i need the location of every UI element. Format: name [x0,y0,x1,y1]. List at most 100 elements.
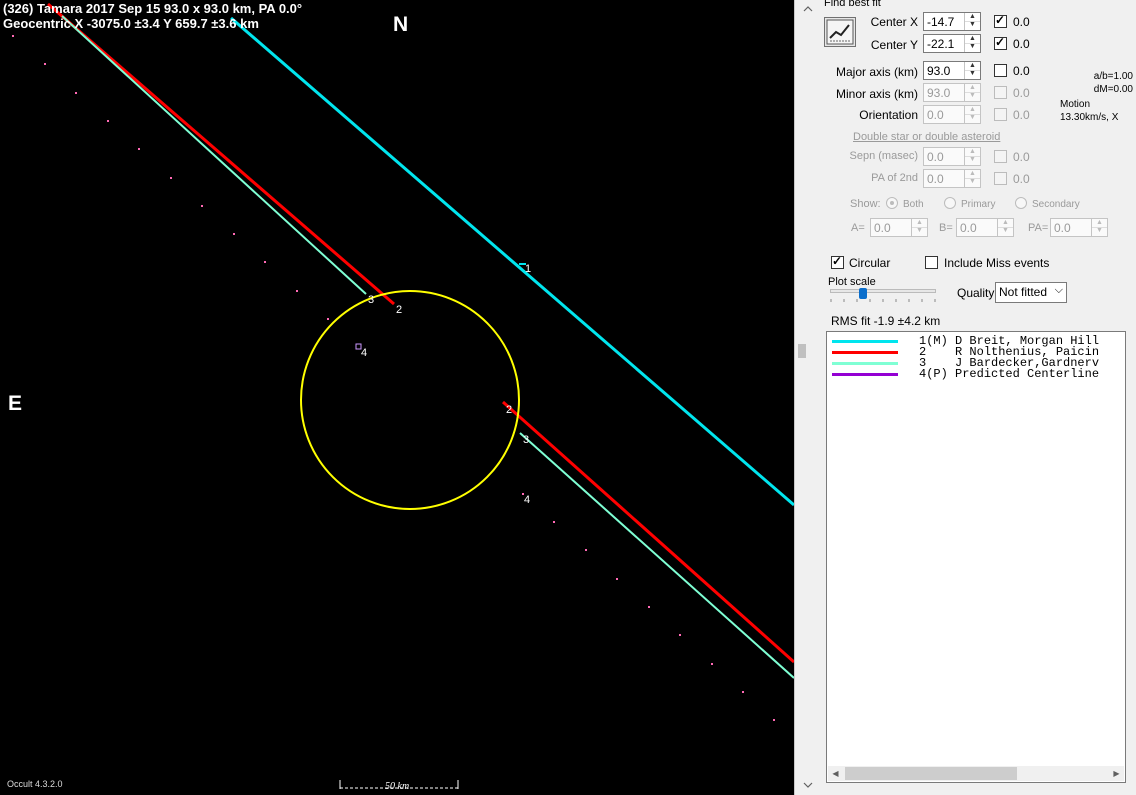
show-both-radio[interactable] [886,197,898,209]
center-x-spinner[interactable]: ▲▼ [923,12,981,31]
legend-name: Predicted Centerline [955,367,1100,381]
a-input[interactable] [872,220,914,235]
chord-2-upper-line [47,2,395,306]
legend-horizontal-scrollbar[interactable]: ◀ ▶ [828,766,1124,781]
b-input[interactable] [958,220,1000,235]
chord-3-label-lower: 3 [523,434,530,446]
center-y-input[interactable] [925,36,967,51]
scroll-right-icon[interactable]: ▶ [1109,766,1124,781]
show-primary-label: Primary [961,199,996,210]
chord-legend-list[interactable]: 1(M) D Breit, Morgan Hill 2 R Nolthenius… [826,331,1126,783]
circular-checkbox[interactable]: ✓ [831,254,844,269]
a-spinner[interactable]: ▲▼ [870,218,928,237]
pa-2nd-spinner[interactable]: ▲▼ [923,169,981,188]
b-spinner[interactable]: ▲▼ [956,218,1014,237]
chord-4-label-lower: 4 [524,494,531,506]
scroll-down-icon[interactable] [801,778,815,792]
north-label: N [393,13,409,36]
major-axis-checkbox[interactable] [994,64,1007,77]
minor-axis-label: Minor axis (km) [835,87,918,101]
pa-2nd-check-value: 0.0 [1013,172,1030,186]
orientation-spinner[interactable]: ▲▼ [923,105,981,124]
pa-2nd-checkbox[interactable] [994,172,1007,185]
minor-axis-input[interactable] [925,85,967,100]
legend-row[interactable]: 4(P) Predicted Centerline [827,367,1125,381]
check-icon: ✓ [995,35,1006,49]
sepn-spinner[interactable]: ▲▼ [923,147,981,166]
chord-1-line [230,16,794,507]
scroll-left-icon[interactable]: ◀ [828,766,843,781]
minor-axis-spinner[interactable]: ▲▼ [923,83,981,102]
scroll-grip[interactable] [798,344,806,358]
pa-2nd-input[interactable] [925,171,967,186]
center-x-input[interactable] [925,14,967,29]
plot-title-line2: Geocentric X -3075.0 ±3.4 Y 659.7 ±3.6 k… [3,16,259,31]
orientation-input[interactable] [925,107,967,122]
find-best-fit-button[interactable] [824,17,856,47]
spin-down-icon[interactable]: ▼ [965,21,980,29]
track-dot [553,521,555,523]
track-dot [264,261,266,263]
east-label: E [8,392,23,415]
spin-down-icon[interactable]: ▼ [1092,227,1107,235]
sepn-input[interactable] [925,149,967,164]
legend-num: 4(P) [919,367,948,381]
spin-down-icon[interactable]: ▼ [965,114,980,122]
spin-down-icon[interactable]: ▼ [965,178,980,186]
chart-fit-icon [826,19,854,45]
track-dot [711,663,713,665]
sepn-label: Sepn (masec) [849,150,918,162]
predicted-track-dots [12,35,775,721]
major-axis-spinner[interactable]: ▲▼ [923,61,981,80]
b-label: B= [939,222,953,234]
pa-input[interactable] [1052,220,1094,235]
orientation-check-value: 0.0 [1013,108,1030,122]
scroll-up-icon[interactable] [801,2,815,16]
plot-scale-slider[interactable] [830,289,936,293]
chevron-down-icon: ⌵ [1054,284,1063,296]
track-dot [201,205,203,207]
spin-down-icon[interactable]: ▼ [965,92,980,100]
motion-label: Motion [1060,99,1091,110]
circular-label: Circular [849,256,891,270]
include-miss-checkbox[interactable] [925,256,938,269]
a-label: A= [851,222,865,234]
show-secondary-radio[interactable] [1015,197,1027,209]
quality-label: Quality [957,286,995,300]
spin-down-icon[interactable]: ▼ [965,70,980,78]
track-dot [648,606,650,608]
spin-down-icon[interactable]: ▼ [912,227,927,235]
chord-2-label-upper: 2 [396,304,403,316]
vertical-scrollbar[interactable] [794,0,821,795]
major-axis-label: Major axis (km) [835,65,918,79]
minor-axis-checkbox[interactable] [994,86,1007,99]
show-secondary-label: Secondary [1032,199,1080,210]
center-y-checkbox[interactable]: ✓ [994,35,1007,50]
orientation-checkbox[interactable] [994,108,1007,121]
center-y-spinner[interactable]: ▲▼ [923,34,981,53]
center-x-checkbox[interactable]: ✓ [994,13,1007,28]
spin-down-icon[interactable]: ▼ [965,43,980,51]
track-dot [679,634,681,636]
scroll-thumb[interactable] [845,767,1017,780]
occultation-plot[interactable]: (326) Tamara 2017 Sep 15 93.0 x 93.0 km,… [0,0,794,795]
track-dot [296,290,298,292]
plot-scale-label: Plot scale [828,276,876,288]
fit-control-panel: Find best fit Center X ▲▼ ✓ 0.0 Center Y… [820,0,1136,795]
plot-scale-slider-thumb[interactable] [859,288,867,299]
check-icon: ✓ [832,254,843,268]
show-primary-radio[interactable] [944,197,956,209]
slider-ticks [830,299,936,302]
chord-2-label-lower: 2 [506,404,513,416]
legend-swatch [832,351,898,354]
double-star-link[interactable]: Double star or double asteroid [853,131,1000,143]
pa-label: PA= [1028,222,1049,234]
major-axis-input[interactable] [925,63,967,78]
spin-down-icon[interactable]: ▼ [965,156,980,164]
quality-select[interactable]: Not fitted ⌵ [995,282,1067,303]
sepn-checkbox[interactable] [994,150,1007,163]
spin-down-icon[interactable]: ▼ [998,227,1013,235]
pa-spinner[interactable]: ▲▼ [1050,218,1108,237]
sepn-check-value: 0.0 [1013,150,1030,164]
legend-swatch [832,373,898,376]
